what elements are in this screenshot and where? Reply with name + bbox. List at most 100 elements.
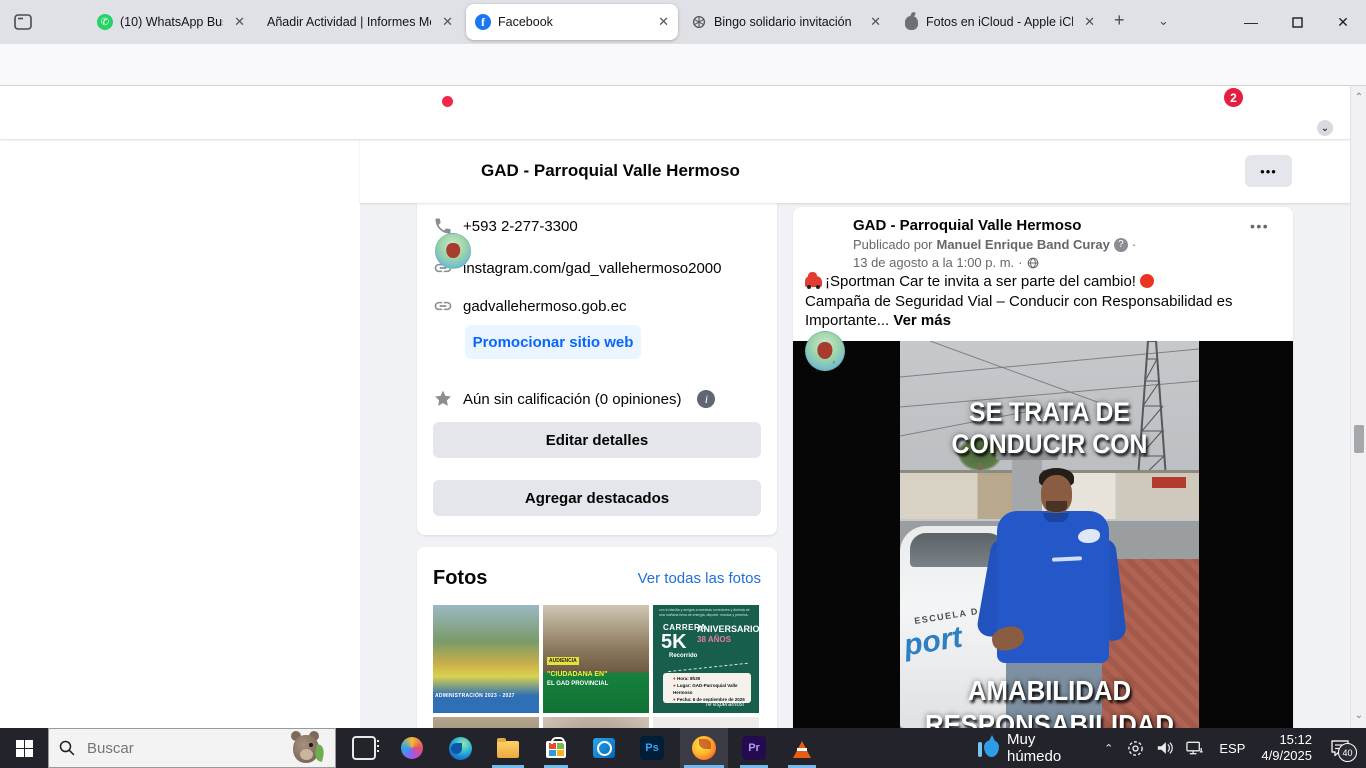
start-button[interactable] bbox=[0, 728, 48, 768]
browser-tab-whatsapp[interactable]: ✆ (10) WhatsApp Business ✕ bbox=[88, 4, 254, 40]
edit-details-button[interactable]: Editar detalles bbox=[433, 422, 761, 458]
red-sign bbox=[1152, 477, 1186, 488]
add-highlights-label: Agregar destacados bbox=[525, 490, 669, 507]
post-author-name[interactable]: GAD - Parroquial Valle Hermoso bbox=[853, 217, 1081, 234]
tray-expand-chevron-icon[interactable]: ⌃ bbox=[1104, 742, 1113, 755]
windows-logo-icon bbox=[16, 740, 33, 757]
post-published-by: Publicado por Manuel Enrique Band Curay … bbox=[853, 237, 1136, 252]
capture-icon[interactable] bbox=[1127, 740, 1144, 757]
outlook-icon bbox=[593, 738, 615, 758]
bear-image[interactable] bbox=[291, 731, 325, 765]
instagram-link-row[interactable]: instagram.com/gad_vallehermoso2000 bbox=[433, 258, 721, 278]
add-highlights-button[interactable]: Agregar destacados bbox=[433, 480, 761, 516]
phone-number: +593 2-277-3300 bbox=[463, 218, 578, 235]
info-icon[interactable]: i bbox=[697, 390, 715, 408]
post-text-line: Campaña de Seguridad Vial – Conducir con… bbox=[805, 293, 1283, 310]
task-view-button[interactable] bbox=[340, 728, 388, 768]
system-tray: Muy húmedo ⌃ ESP 15:12 4/9/2025 40 bbox=[960, 728, 1350, 768]
vlc-button[interactable] bbox=[778, 728, 826, 768]
video-overlay-text: SE TRATA DE bbox=[912, 397, 1187, 428]
photo-caption: EL GAD PROVINCIAL bbox=[547, 681, 608, 687]
post-timestamp-row: 13 de agosto a la 1:00 p. m. · bbox=[853, 255, 1039, 270]
weather-label[interactable]: Muy húmedo bbox=[1007, 731, 1082, 765]
network-icon[interactable] bbox=[1186, 740, 1205, 756]
firefox-button[interactable] bbox=[680, 728, 728, 768]
scroll-up-icon[interactable]: ⌃ bbox=[1351, 92, 1366, 103]
close-icon[interactable]: ✕ bbox=[1084, 14, 1095, 30]
tab-title: Bingo solidario invitación bbox=[714, 15, 859, 29]
profile-chevron-icon[interactable]: ⌄ bbox=[1316, 119, 1334, 137]
copilot-icon bbox=[401, 737, 423, 759]
scroll-down-icon[interactable]: ⌄ bbox=[1351, 710, 1366, 721]
taskbar-clock[interactable]: 15:12 4/9/2025 bbox=[1261, 732, 1312, 764]
photo-caption: ANIVERSARIO bbox=[697, 624, 759, 634]
post-video[interactable]: ESCUELA D port SE TRATA DE CONDUCIR CON … bbox=[793, 341, 1293, 728]
post-author-avatar[interactable] bbox=[805, 331, 845, 371]
photoshop-button[interactable]: Ps bbox=[628, 728, 676, 768]
page-header-avatar[interactable] bbox=[435, 233, 471, 269]
photo-thumbnail[interactable]: con tu familia y amigos a nuestras corre… bbox=[653, 605, 759, 713]
photoshop-icon: Ps bbox=[640, 736, 664, 760]
website-link[interactable]: gadvallehermoso.gob.ec bbox=[463, 298, 626, 315]
see-all-photos-link[interactable]: Ver todas las fotos bbox=[638, 570, 761, 587]
browser-tab-facebook[interactable]: f Facebook ✕ bbox=[466, 4, 678, 40]
notification-center-button[interactable]: 40 bbox=[1330, 739, 1350, 757]
task-view-icon bbox=[352, 736, 376, 760]
tab-title: (10) WhatsApp Business bbox=[120, 15, 223, 29]
close-icon[interactable]: ✕ bbox=[658, 14, 669, 30]
firefox-view-icon[interactable] bbox=[10, 10, 36, 34]
browser-tab-icloud[interactable]: Fotos en iCloud - Apple iClou ✕ bbox=[894, 4, 1104, 40]
page-scrollbar[interactable]: ⌃ ⌄ bbox=[1350, 86, 1366, 728]
language-indicator[interactable]: ESP bbox=[1219, 741, 1245, 756]
photo-thumbnail[interactable]: AUDIENCIA "CIUDADANA EN" EL GAD PROVINCI… bbox=[543, 605, 649, 713]
facebook-icon: f bbox=[475, 14, 491, 30]
tab-list-chevron-icon[interactable]: ⌄ bbox=[1158, 13, 1169, 29]
close-icon[interactable]: ✕ bbox=[442, 14, 453, 30]
microsoft-store-button[interactable] bbox=[532, 728, 580, 768]
screen: ✆ (10) WhatsApp Business ✕ Añadir Activi… bbox=[0, 0, 1366, 768]
photo-caption: 38 AÑOS bbox=[697, 635, 731, 644]
window-minimize-button[interactable]: — bbox=[1228, 0, 1274, 44]
window-maximize-button[interactable] bbox=[1274, 0, 1320, 44]
chatgpt-icon bbox=[691, 14, 707, 30]
scrollbar-thumb[interactable] bbox=[1354, 425, 1364, 453]
browser-tab-bingo[interactable]: Bingo solidario invitación ✕ bbox=[682, 4, 890, 40]
edge-button[interactable] bbox=[436, 728, 484, 768]
tab-title: Facebook bbox=[498, 15, 647, 29]
browser-tab-bar: ✆ (10) WhatsApp Business ✕ Añadir Activi… bbox=[0, 0, 1366, 44]
search-icon bbox=[59, 740, 75, 756]
weather-icon[interactable] bbox=[978, 740, 999, 757]
premiere-icon: Pr bbox=[742, 736, 766, 760]
messenger-badge: 2 bbox=[1224, 88, 1243, 107]
video-overlay-text: RESPONSABILIDAD bbox=[912, 709, 1187, 728]
edit-details-label: Editar detalles bbox=[546, 432, 649, 449]
premiere-button[interactable]: Pr bbox=[730, 728, 778, 768]
see-more-link[interactable]: Ver más bbox=[893, 312, 951, 329]
window-close-button[interactable]: ✕ bbox=[1320, 0, 1366, 44]
taskbar-search-input[interactable] bbox=[85, 739, 259, 758]
post-more-button[interactable]: ••• bbox=[1250, 218, 1269, 234]
outlook-button[interactable] bbox=[580, 728, 628, 768]
promote-website-label: Promocionar sitio web bbox=[473, 334, 634, 351]
close-icon[interactable]: ✕ bbox=[870, 14, 881, 30]
browser-tab-informes[interactable]: Añadir Actividad | Informes Mens ✕ bbox=[258, 4, 462, 40]
copilot-button[interactable] bbox=[388, 728, 436, 768]
instagram-link[interactable]: instagram.com/gad_vallehermoso2000 bbox=[463, 260, 721, 277]
photo-caption: "CIUDADANA EN" bbox=[547, 671, 607, 678]
promote-website-button[interactable]: Promocionar sitio web bbox=[465, 325, 641, 359]
page-more-button[interactable]: ••• bbox=[1245, 155, 1292, 187]
volume-icon[interactable] bbox=[1156, 740, 1174, 756]
close-icon[interactable]: ✕ bbox=[234, 14, 245, 30]
post-timestamp[interactable]: 13 de agosto a la 1:00 p. m. bbox=[853, 255, 1014, 270]
website-link-row[interactable]: gadvallehermoso.gob.ec bbox=[433, 296, 626, 316]
tab-title: Fotos en iCloud - Apple iClou bbox=[926, 15, 1073, 29]
question-badge-icon[interactable]: ? bbox=[1114, 238, 1128, 252]
notification-badge: 40 bbox=[1338, 743, 1357, 762]
page-title: GAD - Parroquial Valle Hermoso bbox=[481, 161, 740, 181]
photo-thumbnail[interactable]: ADMINISTRACIÓN 2023 - 2027 bbox=[433, 605, 539, 713]
firefox-icon bbox=[692, 736, 716, 760]
taskbar-search[interactable] bbox=[48, 728, 336, 768]
new-tab-button[interactable]: + bbox=[1114, 10, 1125, 31]
file-explorer-button[interactable] bbox=[484, 728, 532, 768]
publisher-name[interactable]: Manuel Enrique Band Curay bbox=[937, 237, 1110, 252]
